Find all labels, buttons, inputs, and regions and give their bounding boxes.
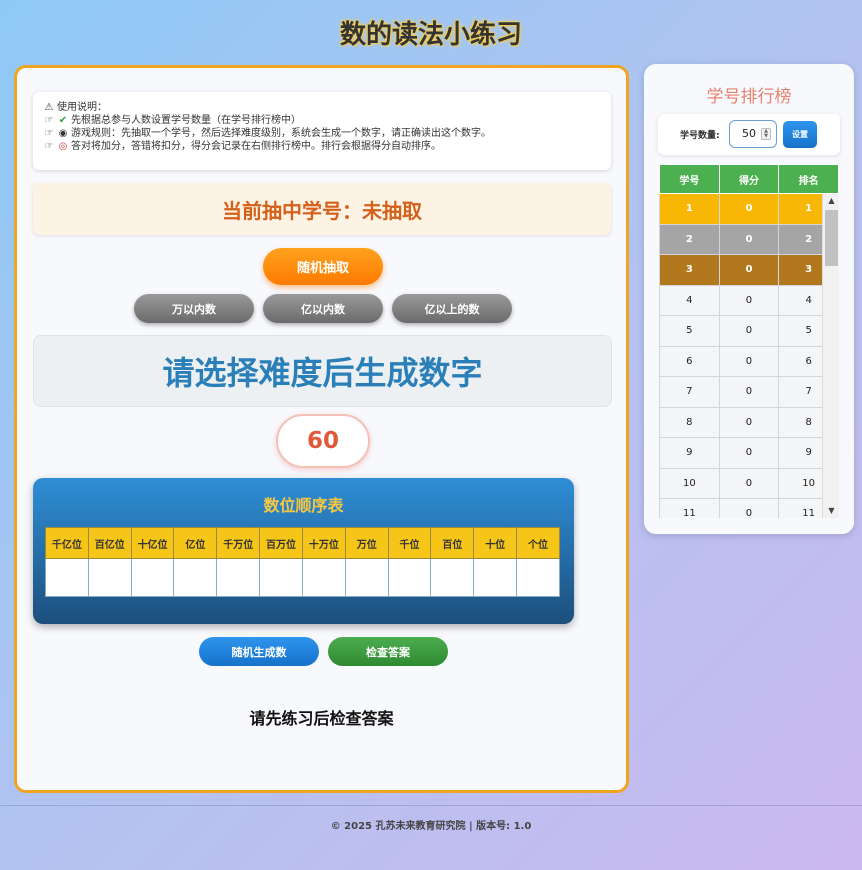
footer: © 2025 孔苏未来教育研究院 | 版本号: 1.0 (330, 821, 532, 832)
check-mark-icon: ✔ (58, 115, 68, 126)
ranking-row: 707 (659, 376, 839, 408)
ranking-row: 101 (659, 193, 839, 225)
check-answer-button[interactable]: 检查答案 (328, 637, 448, 666)
ranking-row: 909 (659, 437, 839, 469)
ranking-scrollbar[interactable]: ▲ ▼ (822, 194, 839, 518)
digit-header: 十亿位 (130, 527, 175, 559)
digit-header: 万位 (344, 527, 389, 559)
digit-header: 千万位 (216, 527, 261, 559)
ranking-row: 404 (659, 284, 839, 316)
digit-header: 亿位 (173, 527, 218, 559)
digit-header: 百亿位 (87, 527, 132, 559)
ranking-title: 学号排行榜 (706, 87, 792, 107)
instruction-line-2: 游戏规则：先抽取一个学号，然后选择难度级别，系统会生成一个数字，请正确读出这个数… (71, 128, 491, 139)
ranking-table-scroll[interactable]: 学号 得分 排名 101 202 303 404 505 606 707 808… (659, 164, 839, 518)
digit-cell (259, 558, 303, 597)
digit-header: 千亿位 (45, 527, 89, 559)
student-count-input[interactable]: 50 ▲ ▼ (729, 120, 777, 148)
ranking-header-id: 学号 (659, 164, 720, 194)
level-above-yi-button[interactable]: 亿以上的数 (392, 294, 512, 323)
ranking-row: 202 (659, 223, 839, 255)
digit-header: 千位 (387, 527, 432, 559)
result-message: 请先练习后检查答案 (249, 709, 394, 728)
set-count-button[interactable]: 设置 (783, 121, 817, 148)
target-icon: ◎ (58, 141, 68, 152)
ranking-row: 303 (659, 254, 839, 286)
ranking-table: 学号 得分 排名 101 202 303 404 505 606 707 808… (659, 164, 839, 518)
number-spinner-icon[interactable]: ▲ ▼ (761, 128, 771, 140)
ranking-header-score: 得分 (718, 164, 780, 194)
current-student-label: 当前抽中学号： (222, 198, 362, 223)
digit-order-panel: 数位顺序表 千亿位 百亿位 十亿位 亿位 千万位 百万位 十万位 万位 千位 百… (33, 478, 574, 624)
scroll-down-arrow-icon[interactable]: ▼ (823, 504, 840, 518)
digit-cell (216, 558, 261, 597)
ranking-header-rank: 排名 (778, 164, 839, 194)
number-display: 请选择难度后生成数字 (33, 335, 612, 407)
digit-cell (430, 558, 475, 597)
digit-cell (87, 558, 132, 597)
digit-cell (473, 558, 518, 597)
digit-header: 十万位 (301, 527, 346, 559)
level-within-yi-button[interactable]: 亿以内数 (263, 294, 383, 323)
gamepad-icon: ◉ (58, 128, 68, 139)
ranking-row: 606 (659, 345, 839, 377)
instructions-box: ⚠ 使用说明： ☞ ✔ 先根据总参与人数设置学号数量（在学号排行榜中） ☞ ◉ 游戏规则：… (33, 92, 611, 170)
countdown-timer: 60 (276, 414, 370, 468)
student-count-value: 50 (742, 127, 756, 140)
current-student-display: 当前抽中学号： 未抽取 (33, 183, 611, 235)
generate-number-button[interactable]: 随机生成数 (199, 637, 319, 666)
digit-cell (301, 558, 346, 597)
digit-cell (130, 558, 175, 597)
digit-cell (387, 558, 432, 597)
footer-divider (0, 805, 862, 806)
scroll-thumb[interactable] (825, 210, 838, 266)
ranking-row: 10 0 10 (659, 467, 839, 499)
digit-table-title: 数位顺序表 (263, 496, 344, 515)
level-within-wan-button[interactable]: 万以内数 (134, 294, 254, 323)
digit-header: 百万位 (259, 527, 303, 559)
instruction-line-3: 答对将加分，答错将扣分，得分会记录在右侧排行榜中。排行会根据得分自动排序。 (71, 141, 441, 152)
pointing-hand-icon: ☞ (44, 128, 54, 139)
scroll-up-arrow-icon[interactable]: ▲ (823, 194, 840, 208)
ranking-row: 808 (659, 406, 839, 438)
digit-header: 个位 (516, 527, 560, 559)
digit-cell (344, 558, 389, 597)
random-draw-button[interactable]: 随机抽取 (263, 248, 383, 285)
student-count-row: 学号数量: 50 ▲ ▼ 设置 (658, 114, 840, 155)
digit-cell (516, 558, 560, 597)
ranking-panel: 学号排行榜 学号数量: 50 ▲ ▼ 设置 学号 得分 排名 101 202 30… (644, 64, 854, 534)
student-count-label: 学号数量: (680, 131, 720, 141)
ranking-row: 11 0 11 (659, 498, 839, 518)
digit-header: 十位 (473, 527, 518, 559)
digit-header: 百位 (430, 527, 475, 559)
page-title: 数的读法小练习 (339, 20, 522, 50)
ranking-row: 505 (659, 315, 839, 347)
instruction-line-1: 先根据总参与人数设置学号数量（在学号排行榜中） (71, 115, 301, 126)
pointing-hand-icon: ☞ (44, 115, 54, 126)
pointing-hand-icon: ☞ (44, 141, 54, 152)
practice-panel: ⚠ 使用说明： ☞ ✔ 先根据总参与人数设置学号数量（在学号排行榜中） ☞ ◉ 游戏规则：… (14, 65, 629, 793)
digit-order-table: 千亿位 百亿位 十亿位 亿位 千万位 百万位 十万位 万位 千位 百位 十位 个… (45, 527, 560, 597)
digit-cell (173, 558, 218, 597)
digit-cell (45, 558, 89, 597)
current-student-value: 未抽取 (362, 198, 422, 223)
instructions-heading: 使用说明： (57, 102, 107, 113)
warning-icon: ⚠ (44, 102, 54, 113)
